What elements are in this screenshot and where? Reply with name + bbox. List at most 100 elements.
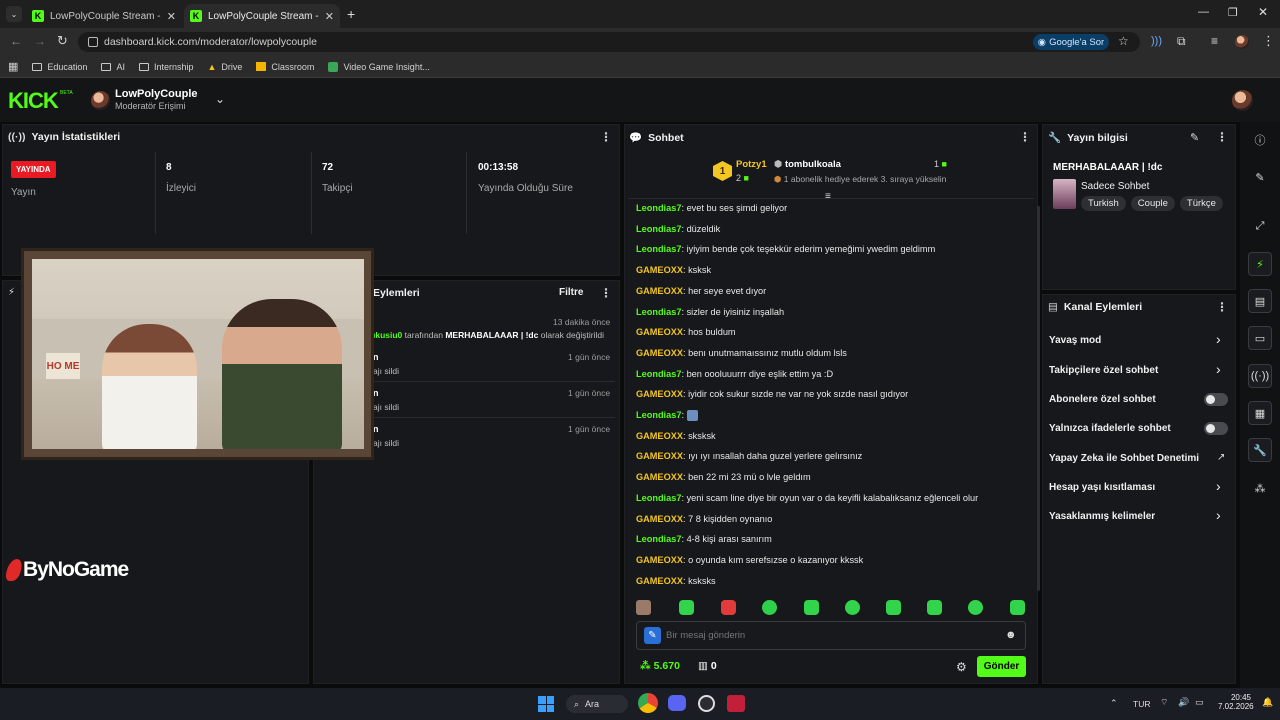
bookmark-ai[interactable]: AI (101, 62, 125, 72)
layout-icon[interactable]: ▦ (1248, 401, 1272, 425)
reload-icon[interactable]: ↻ (57, 33, 68, 49)
chat-username[interactable]: GAMEOXX (636, 451, 683, 461)
steam-app-icon[interactable] (698, 695, 715, 712)
external-link-icon[interactable]: ↗ (1217, 452, 1225, 463)
wrench-icon[interactable]: 🔧 (1248, 438, 1272, 462)
channel-actions-menu-icon[interactable]: ⋮ (1216, 300, 1228, 314)
site-info-icon[interactable] (88, 37, 98, 47)
extensions-icon[interactable]: ⧉ (1177, 34, 1186, 49)
tab-search-icon[interactable]: ⌄ (6, 6, 22, 22)
media-icon[interactable]: ≡ (1211, 34, 1218, 48)
minimize-icon[interactable]: — (1198, 6, 1209, 18)
google-ask-button[interactable]: ◉ Google'a Sor (1033, 34, 1109, 50)
collapse-pinned-icon[interactable]: ≡ (825, 191, 831, 202)
battery-icon[interactable]: ▭ (1195, 697, 1204, 708)
chat-username[interactable]: GAMEOXX (636, 472, 683, 482)
emotes-only-toggle[interactable] (1204, 422, 1228, 435)
chat-username[interactable]: GAMEOXX (636, 327, 683, 337)
bookmark-classroom[interactable]: Classroom (256, 62, 314, 72)
chevron-right-icon[interactable]: › (1216, 361, 1221, 377)
user-avatar[interactable] (1232, 90, 1253, 111)
expand-icon[interactable]: ⤢ (1248, 214, 1272, 238)
bookmark-internship[interactable]: Internship (138, 62, 193, 72)
forward-icon[interactable]: → (34, 34, 46, 48)
emote-icon[interactable] (721, 600, 736, 615)
close-tab-icon[interactable]: ✕ (167, 10, 176, 23)
emote-avatar[interactable] (636, 600, 651, 615)
stats-menu-icon[interactable]: ⋮ (600, 130, 612, 144)
language-indicator[interactable]: TUR (1133, 699, 1150, 709)
browser-tab-1[interactable]: K LowPolyCouple Stream - Watch ✕ (26, 4, 182, 28)
edit-pencil-icon[interactable]: ✎ (1190, 131, 1199, 144)
chat-username[interactable]: Leondias7 (636, 224, 681, 234)
community-icon[interactable]: ⁂ (1248, 476, 1272, 500)
windows-start-icon[interactable] (538, 696, 554, 712)
app-icon[interactable] (727, 695, 745, 712)
chat-input[interactable] (666, 626, 986, 645)
mod-tools-icon[interactable]: ✎ (644, 627, 661, 644)
tag[interactable]: Couple (1130, 196, 1175, 211)
filter-button[interactable]: Filtre (559, 287, 583, 298)
stream-info-menu-icon[interactable]: ⋮ (1216, 130, 1228, 144)
subscribers-only-toggle[interactable] (1204, 393, 1228, 406)
category-name[interactable]: Sadece Sohbet (1081, 181, 1149, 192)
emote-icon[interactable] (927, 600, 942, 615)
chat-username[interactable]: GAMEOXX (636, 265, 683, 275)
chat-username[interactable]: GAMEOXX (636, 348, 683, 358)
taskbar-search[interactable]: ⌕ Ara (566, 695, 628, 713)
chat-scrollbar[interactable] (1037, 206, 1040, 591)
chevron-right-icon[interactable]: › (1216, 507, 1221, 523)
top-gifter-name[interactable]: Potzy1 (736, 159, 767, 170)
notifications-icon[interactable]: 🔔 (1262, 697, 1273, 708)
maximize-icon[interactable]: ❐ (1228, 6, 1238, 19)
followers-only-row[interactable]: Takipçilere özel sohbet (1049, 365, 1158, 376)
close-tab-icon[interactable]: ✕ (325, 10, 334, 23)
browser-menu-icon[interactable]: ⋮ (1262, 33, 1275, 49)
show-hidden-icons-icon[interactable]: ⌃ (1110, 698, 1118, 709)
category-thumbnail[interactable] (1053, 179, 1076, 209)
banned-words-row[interactable]: Yasaklanmış kelimeler (1049, 511, 1155, 522)
profile-avatar[interactable] (1235, 35, 1249, 49)
send-button[interactable]: Gönder (977, 656, 1026, 677)
emote-icon[interactable] (968, 600, 983, 615)
slow-mode-row[interactable]: Yavaş mod (1049, 335, 1101, 346)
tag[interactable]: Turkish (1081, 196, 1126, 211)
chat-username[interactable]: GAMEOXX (636, 286, 683, 296)
shop-counter[interactable]: ▥ 0 (698, 660, 717, 672)
discord-app-icon[interactable] (668, 695, 686, 711)
chat-username[interactable]: Leondias7 (636, 244, 681, 254)
chat-icon[interactable]: ▭ (1248, 326, 1272, 350)
info-icon[interactable]: ⓘ (1248, 128, 1272, 152)
chat-username[interactable]: GAMEOXX (636, 389, 683, 399)
emote-icon[interactable] (804, 600, 819, 615)
emoji-icon[interactable]: ☻ (1005, 629, 1017, 641)
ai-moderation-row[interactable]: Yapay Zeka ile Sohbet Denetimi (1049, 453, 1199, 464)
channel-switch-chevron-icon[interactable]: ⌄ (215, 92, 225, 106)
emote-icon[interactable] (886, 600, 901, 615)
network-icon[interactable]: ⌔ (1160, 697, 1168, 708)
chat-username[interactable]: GAMEOXX (636, 514, 683, 524)
channel-points[interactable]: ⁂ 5.670 (640, 660, 680, 672)
chat-username[interactable]: GAMEOXX (636, 576, 683, 586)
clock[interactable]: 20:45 7.02.2026 (1218, 693, 1254, 711)
address-bar[interactable]: dashboard.kick.com/moderator/lowpolycoup… (78, 32, 1140, 52)
notes-icon[interactable]: ▤ (1248, 289, 1272, 313)
chat-username[interactable]: Leondias7 (636, 369, 681, 379)
chat-username[interactable]: Leondias7 (636, 493, 681, 503)
new-tab-icon[interactable]: + (347, 6, 355, 22)
gift-user[interactable]: ⬢ tombulkoala (774, 159, 841, 170)
quick-actions-icon[interactable]: ⚡ (1248, 252, 1272, 276)
account-age-row[interactable]: Hesap yaşı kısıtlaması (1049, 482, 1155, 493)
chat-settings-gear-icon[interactable]: ⚙ (956, 660, 967, 674)
voice-extension-icon[interactable]: ))) (1151, 35, 1162, 47)
chat-username[interactable]: Leondias7 (636, 203, 681, 213)
volume-icon[interactable]: 🔊 (1178, 697, 1189, 708)
emote-icon[interactable] (1010, 600, 1025, 615)
chat-username[interactable]: Leondias7 (636, 534, 681, 544)
chat-username[interactable]: GAMEOXX (636, 431, 683, 441)
chat-username[interactable]: GAMEOXX (636, 555, 683, 565)
bookmark-video-game-insight[interactable]: Video Game Insight... (328, 61, 430, 72)
mod-actions-menu-icon[interactable]: ⋮ (600, 286, 612, 300)
kick-logo[interactable]: KICK (8, 88, 59, 114)
chevron-right-icon[interactable]: › (1216, 331, 1221, 347)
